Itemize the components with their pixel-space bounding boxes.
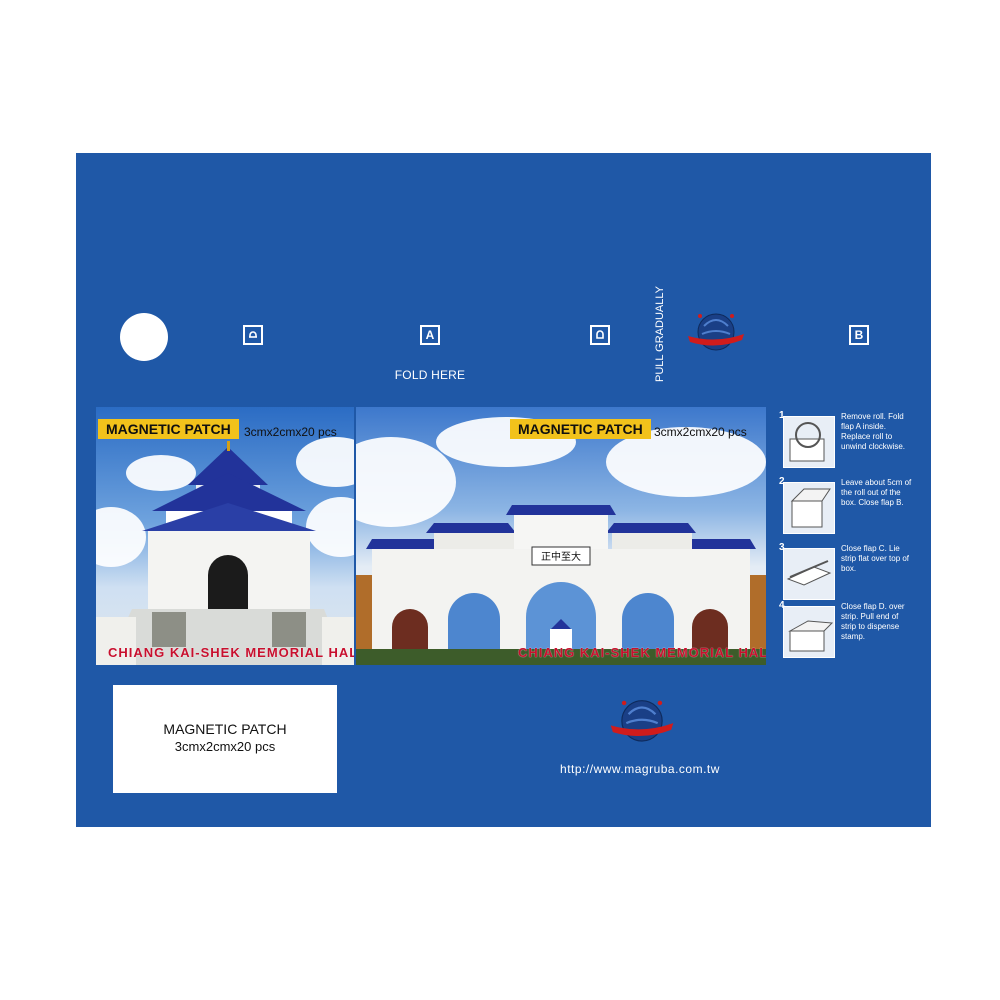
product-size: 3cmx2cmx20 pcs [244,425,337,439]
step-4-diagram [783,606,835,658]
pull-gradually-text: PULL GRADUALLY [654,286,666,382]
label-title: MAGNETIC PATCH [163,721,287,737]
step-3: 3 Close flap C. Lie strip flat over top … [777,542,912,600]
flap-d-icon [590,325,610,345]
instruction-steps: 1 Remove roll. Fold flap A inside. Repla… [777,410,912,665]
step-text: Leave about 5cm of the roll out of the b… [841,478,912,507]
photo-caption: CHIANG KAI-SHEK MEMORIAL HALL [518,645,766,660]
left-photo-card: MAGNETIC PATCH 3cmx2cmx20 pcs CHIANG KAI… [96,407,354,665]
flap-b-icon: B [849,325,869,345]
step-text: Close flap C. Lie strip flat over top of… [841,544,910,573]
brand-logo-bottom-icon [610,700,674,742]
step-1: 1 Remove roll. Fold flap A inside. Repla… [777,410,912,468]
box-flap-icon [790,488,831,528]
product-title: MAGNETIC PATCH [510,419,651,439]
memorial-gate-illustration [356,505,766,665]
flap-a-icon: A [420,325,440,345]
flap-c-glyph-icon [249,331,257,338]
step-2-diagram [783,482,835,534]
brand-logo-icon [688,313,744,351]
flap-d-glyph-icon [596,330,604,339]
label-box: MAGNETIC PATCH 3cmx2cmx20 pcs [113,685,337,793]
step-text: Remove roll. Fold flap A inside. Replace… [841,412,906,451]
website-url[interactable]: http://www.magruba.com.tw [540,762,740,776]
memorial-hall-illustration [96,441,354,665]
flap-a-label: A [425,328,435,342]
fold-here-text: FOLD HERE [394,368,466,382]
step-text: Close flap D. over strip. Pull end of st… [841,602,905,641]
flap-b-label: B [854,328,864,342]
dispense-strip-icon [788,620,834,652]
photo-caption: CHIANG KAI-SHEK MEMORIAL HALL [108,645,354,660]
product-title: MAGNETIC PATCH [98,419,239,439]
roll-box-icon [789,422,825,462]
strip-over-box-icon [786,560,832,586]
step-2: 2 Leave about 5cm of the roll out of the… [777,476,912,534]
flap-c-icon [243,325,263,345]
right-photo-card: 正中至大 MAGNETIC PATCH 3cmx2cmx20 pcs CHIAN… [356,407,766,665]
label-size: 3cmx2cmx20 pcs [174,739,276,754]
step-4: 4 Close flap D. over strip. Pull end of … [777,600,912,658]
hang-hole [120,313,168,361]
step-1-diagram [783,416,835,468]
step-3-diagram [783,548,835,600]
gate-plaque: 正中至大 [541,552,581,563]
product-size: 3cmx2cmx20 pcs [654,425,747,439]
